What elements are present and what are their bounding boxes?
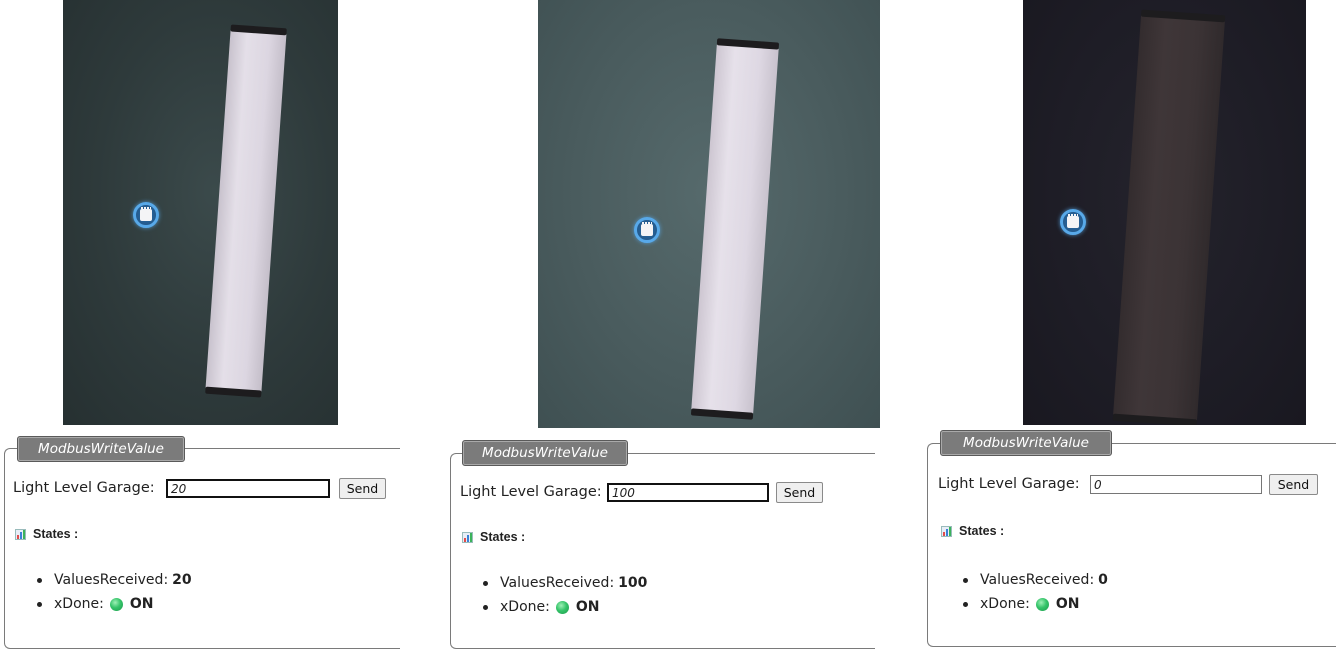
lamp-cap-top — [230, 24, 287, 36]
status-indicator-icon — [555, 600, 569, 614]
light-level-label: Light Level Garage: — [460, 484, 602, 500]
bullet — [963, 577, 968, 583]
scene-view-2 — [538, 0, 880, 428]
state-value: ON — [1055, 596, 1080, 612]
state-name: ValuesReceived — [980, 572, 1090, 588]
lamp-cap-top — [1140, 9, 1226, 23]
state-name: ValuesReceived — [500, 575, 610, 591]
sensor-node-icon[interactable] — [133, 202, 159, 228]
state-separator: : — [609, 575, 615, 591]
state-item-xdone: xDone : ON — [483, 595, 647, 619]
fieldset-legend: ModbusWriteValue — [462, 440, 628, 466]
states-heading: States : — [15, 527, 78, 541]
state-value: ON — [575, 599, 600, 615]
lamp-cap-bottom — [205, 386, 262, 398]
state-name: ValuesReceived — [54, 572, 164, 588]
send-button[interactable]: Send — [339, 478, 386, 499]
sensor-node-icon[interactable] — [634, 217, 660, 243]
light-level-label: Light Level Garage: — [938, 476, 1080, 492]
lamp-cap-top — [716, 38, 780, 50]
bullet — [483, 604, 488, 610]
scene-view-3 — [1023, 0, 1306, 425]
state-item-values-received: ValuesReceived : 0 — [963, 568, 1108, 592]
chip-icon — [641, 222, 653, 236]
lamp-fixture-2[interactable] — [690, 38, 780, 420]
state-name: xDone — [54, 596, 100, 612]
states-title: States : — [959, 524, 1005, 538]
bullet — [963, 601, 968, 607]
send-button[interactable]: Send — [1269, 474, 1318, 495]
bullet — [483, 580, 488, 586]
state-separator: : — [1089, 572, 1095, 588]
states-list: ValuesReceived : 100 xDone : ON — [483, 571, 647, 619]
status-indicator-icon — [109, 597, 123, 611]
sensor-node-icon[interactable] — [1060, 209, 1086, 235]
state-separator: : — [99, 596, 104, 612]
state-item-xdone: xDone : ON — [37, 592, 192, 616]
state-value: 0 — [1098, 572, 1108, 588]
bar-chart-icon — [941, 525, 952, 537]
state-separator: : — [163, 572, 169, 588]
states-title: States : — [480, 530, 526, 544]
chip-icon — [1067, 214, 1079, 228]
state-value: 20 — [172, 572, 192, 588]
states-title: States : — [33, 527, 79, 541]
states-list: ValuesReceived : 20 xDone : ON — [37, 568, 192, 616]
state-name: xDone — [980, 596, 1026, 612]
bullet — [37, 601, 42, 607]
state-separator: : — [1025, 596, 1030, 612]
send-button[interactable]: Send — [776, 482, 823, 503]
lamp-cap-bottom — [690, 408, 754, 420]
state-value: ON — [129, 596, 154, 612]
state-name: xDone — [500, 599, 546, 615]
chip-icon — [140, 207, 152, 221]
bar-chart-icon — [15, 528, 26, 540]
state-item-values-received: ValuesReceived : 20 — [37, 568, 192, 592]
lamp-fixture-3[interactable] — [1112, 9, 1226, 425]
state-item-xdone: xDone : ON — [963, 592, 1108, 616]
status-indicator-icon — [1035, 597, 1049, 611]
states-list: ValuesReceived : 0 xDone : ON — [963, 568, 1108, 616]
bar-chart-icon — [462, 531, 473, 543]
lamp-fixture-1[interactable] — [205, 24, 287, 398]
fieldset-legend: ModbusWriteValue — [940, 430, 1112, 456]
light-level-input[interactable] — [166, 479, 330, 498]
bullet — [37, 577, 42, 583]
light-level-input[interactable] — [1090, 475, 1262, 494]
states-heading: States : — [941, 524, 1004, 538]
fieldset-legend: ModbusWriteValue — [17, 436, 185, 462]
light-level-label: Light Level Garage: — [13, 480, 155, 496]
scene-view-1 — [63, 0, 338, 425]
state-separator: : — [545, 599, 550, 615]
states-heading: States : — [462, 530, 525, 544]
state-value: 100 — [618, 575, 648, 591]
light-level-input[interactable] — [607, 483, 769, 502]
lamp-cap-bottom — [1112, 413, 1198, 425]
state-item-values-received: ValuesReceived : 100 — [483, 571, 647, 595]
